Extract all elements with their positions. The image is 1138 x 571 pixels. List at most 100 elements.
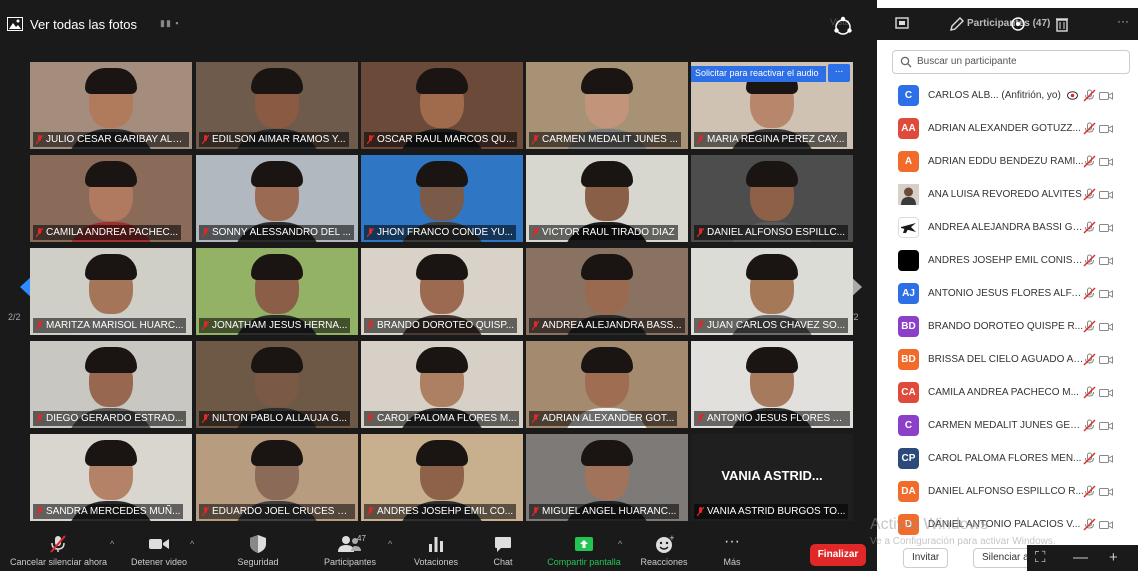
participant-row[interactable]: AJ ANTONIO JESUS FLORES ALFA... bbox=[877, 278, 1138, 311]
microphone-muted-icon[interactable] bbox=[1083, 386, 1096, 399]
invite-button[interactable]: Invitar bbox=[903, 548, 949, 568]
panel-more-icon[interactable]: ··· bbox=[1117, 14, 1129, 28]
microphone-muted-icon[interactable] bbox=[1083, 320, 1096, 333]
microphone-muted-icon[interactable] bbox=[1083, 122, 1096, 135]
participant-video-tile[interactable]: MIGUEL ANGEL HUARANC... bbox=[526, 434, 688, 521]
participant-video-tile[interactable]: ANDREA ALEJANDRA BASS... bbox=[526, 248, 688, 335]
microphone-muted-icon[interactable] bbox=[1083, 485, 1096, 498]
share-options-caret[interactable]: ^ bbox=[618, 539, 622, 549]
popout-icon[interactable] bbox=[895, 16, 909, 30]
security-button[interactable]: Seguridad bbox=[228, 534, 288, 567]
participant-video-tile[interactable]: SANDRA MERCEDES MUÑ... bbox=[30, 434, 192, 521]
pencil-icon[interactable] bbox=[949, 16, 965, 32]
video-camera-icon[interactable] bbox=[1099, 289, 1113, 299]
video-camera-icon[interactable] bbox=[1099, 223, 1113, 233]
gallery-icon[interactable] bbox=[7, 17, 23, 31]
more-button[interactable]: ··· Más bbox=[716, 534, 748, 568]
minimize-icon[interactable]: — bbox=[1073, 549, 1088, 566]
participant-row[interactable]: BD BRANDO DOROTEO QUISPE R... bbox=[877, 311, 1138, 344]
participant-video-tile[interactable]: NILTON PABLO ALLAUJA G... bbox=[196, 341, 358, 428]
video-camera-icon[interactable] bbox=[1099, 256, 1113, 266]
participant-row[interactable]: DA DANIEL ALFONSO ESPILLCO R... bbox=[877, 476, 1138, 509]
video-camera-icon[interactable] bbox=[1099, 355, 1113, 365]
participant-video-tile[interactable]: VICTOR RAUL TIRADO DIAZ bbox=[526, 155, 688, 242]
participants-button[interactable]: 47 Participantes bbox=[315, 534, 385, 567]
microphone-muted-icon[interactable] bbox=[1083, 254, 1096, 267]
meeting-toolbar: Cancelar silenciar ahora ^ Detener video… bbox=[0, 530, 877, 571]
participant-row[interactable]: BD BRISSA DEL CIELO AGUADO AL... bbox=[877, 344, 1138, 377]
view-options-icon[interactable] bbox=[832, 15, 854, 37]
view-options-overlay-icon[interactable] bbox=[1009, 14, 1027, 32]
participant-search[interactable]: Buscar un participante bbox=[892, 50, 1130, 74]
participant-video-tile[interactable]: BRANDO DOROTEO QUISP... bbox=[361, 248, 523, 335]
participant-row[interactable]: CA CAMILA ANDREA PACHECO M... bbox=[877, 377, 1138, 410]
mute-button[interactable]: Cancelar silenciar ahora bbox=[10, 534, 107, 567]
chat-button[interactable]: Chat bbox=[485, 534, 521, 567]
resize-icon[interactable]: ⛶ bbox=[1035, 549, 1046, 566]
participant-row[interactable]: AA ADRIAN ALEXANDER GOTUZZ... bbox=[877, 113, 1138, 146]
microphone-muted-icon[interactable] bbox=[1083, 287, 1096, 300]
microphone-muted-icon[interactable] bbox=[1083, 188, 1096, 201]
microphone-muted-icon[interactable] bbox=[1083, 353, 1096, 366]
participant-video-tile[interactable]: CAMILA ANDREA PACHEC... bbox=[30, 155, 192, 242]
reactions-button[interactable]: + Reacciones bbox=[638, 534, 690, 567]
participant-video-tile[interactable]: VANIA ASTRID... VANIA ASTRID BURGOS TO... bbox=[691, 434, 853, 521]
video-camera-icon[interactable] bbox=[1099, 157, 1113, 167]
participant-video-tile[interactable]: CAROL PALOMA FLORES M... bbox=[361, 341, 523, 428]
participant-video-tile[interactable]: EDUARDO JOEL CRUCES G... bbox=[196, 434, 358, 521]
participant-row[interactable]: ANDREA ALEJANDRA BASSI GU... bbox=[877, 212, 1138, 245]
drag-handle-icon[interactable]: ▮▮ ▪ bbox=[160, 18, 180, 29]
request-unmute-button[interactable]: Solicitar para reactivar el audio bbox=[691, 66, 826, 82]
participant-list-name: CARMEN MEDALIT JUNES GER... bbox=[928, 420, 1084, 431]
add-icon[interactable]: + bbox=[1109, 549, 1118, 566]
video-options-caret[interactable]: ^ bbox=[190, 539, 194, 549]
participant-video-tile[interactable]: JONATHAM JESUS HERNA... bbox=[196, 248, 358, 335]
video-camera-icon[interactable] bbox=[1099, 487, 1113, 497]
audio-options-caret[interactable]: ^ bbox=[110, 539, 114, 549]
video-camera-icon[interactable] bbox=[1099, 124, 1113, 134]
video-camera-icon[interactable] bbox=[1099, 322, 1113, 332]
share-screen-button[interactable]: Compartir pantalla bbox=[540, 534, 628, 567]
video-camera-icon[interactable] bbox=[1099, 388, 1113, 398]
participant-row[interactable]: C CARMEN MEDALIT JUNES GER... bbox=[877, 410, 1138, 443]
microphone-muted-icon[interactable] bbox=[1083, 155, 1096, 168]
microphone-muted-icon[interactable] bbox=[1083, 221, 1096, 234]
participant-video-tile[interactable]: DANIEL ALFONSO ESPILLC... bbox=[691, 155, 853, 242]
microphone-muted-icon[interactable] bbox=[1083, 518, 1096, 531]
participant-video-tile[interactable]: JHON FRANCO CONDE YU... bbox=[361, 155, 523, 242]
video-camera-icon[interactable] bbox=[1099, 421, 1113, 431]
participant-row[interactable]: ANA LUISA REVOREDO ALVITES bbox=[877, 179, 1138, 212]
participant-name-text: ADRIAN ALEXANDER GOT... bbox=[542, 413, 675, 424]
participant-video-tile[interactable]: JULIO CESAR GARIBAY ALL... bbox=[30, 62, 192, 149]
svg-text:+: + bbox=[669, 534, 674, 542]
participant-row[interactable]: CP CAROL PALOMA FLORES MEN... bbox=[877, 443, 1138, 476]
video-camera-icon[interactable] bbox=[1099, 91, 1113, 101]
microphone-muted-icon[interactable] bbox=[1083, 89, 1096, 102]
video-camera-icon[interactable] bbox=[1099, 190, 1113, 200]
stop-video-button[interactable]: Detener video bbox=[124, 534, 194, 567]
participant-video-tile[interactable]: DIEGO GERARDO ESTRAD... bbox=[30, 341, 192, 428]
microphone-muted-icon[interactable] bbox=[1083, 452, 1096, 465]
participant-video-tile[interactable]: CARMEN MEDALIT JUNES ... bbox=[526, 62, 688, 149]
participant-row[interactable]: A ADRIAN EDDU BENDEZU RAMI... bbox=[877, 146, 1138, 179]
participant-video-tile[interactable]: ANTONIO JESUS FLORES A... bbox=[691, 341, 853, 428]
microphone-muted-icon bbox=[367, 507, 374, 516]
tile-more-options-button[interactable]: ... bbox=[828, 64, 850, 82]
participant-video-tile[interactable]: OSCAR RAUL MARCOS QU... bbox=[361, 62, 523, 149]
end-meeting-button[interactable]: Finalizar bbox=[810, 544, 866, 566]
participant-video-tile[interactable]: JUAN CARLOS CHAVEZ SO... bbox=[691, 248, 853, 335]
polls-button[interactable]: Votaciones bbox=[406, 534, 466, 567]
participant-video-tile[interactable]: ANDRES JOSEHP EMIL CO... bbox=[361, 434, 523, 521]
participant-row[interactable]: C CARLOS ALB... (Anfitrión, yo) bbox=[877, 80, 1138, 113]
video-camera-icon[interactable] bbox=[1099, 454, 1113, 464]
participant-video-tile[interactable]: ADRIAN ALEXANDER GOT... bbox=[526, 341, 688, 428]
participant-row[interactable]: ANDRES JOSEHP EMIL CONISL... bbox=[877, 245, 1138, 278]
participant-video-tile[interactable]: MARITZA MARISOL HUARC... bbox=[30, 248, 192, 335]
participant-video-tile[interactable]: SONNY ALESSANDRO DEL ... bbox=[196, 155, 358, 242]
gallery-link[interactable]: Ver todas las fotos bbox=[30, 17, 137, 32]
participant-video-tile[interactable]: EDILSON AIMAR RAMOS Y... bbox=[196, 62, 358, 149]
trash-icon[interactable] bbox=[1055, 16, 1069, 32]
video-camera-icon[interactable] bbox=[1099, 520, 1113, 530]
participants-options-caret[interactable]: ^ bbox=[388, 539, 392, 549]
microphone-muted-icon[interactable] bbox=[1083, 419, 1096, 432]
